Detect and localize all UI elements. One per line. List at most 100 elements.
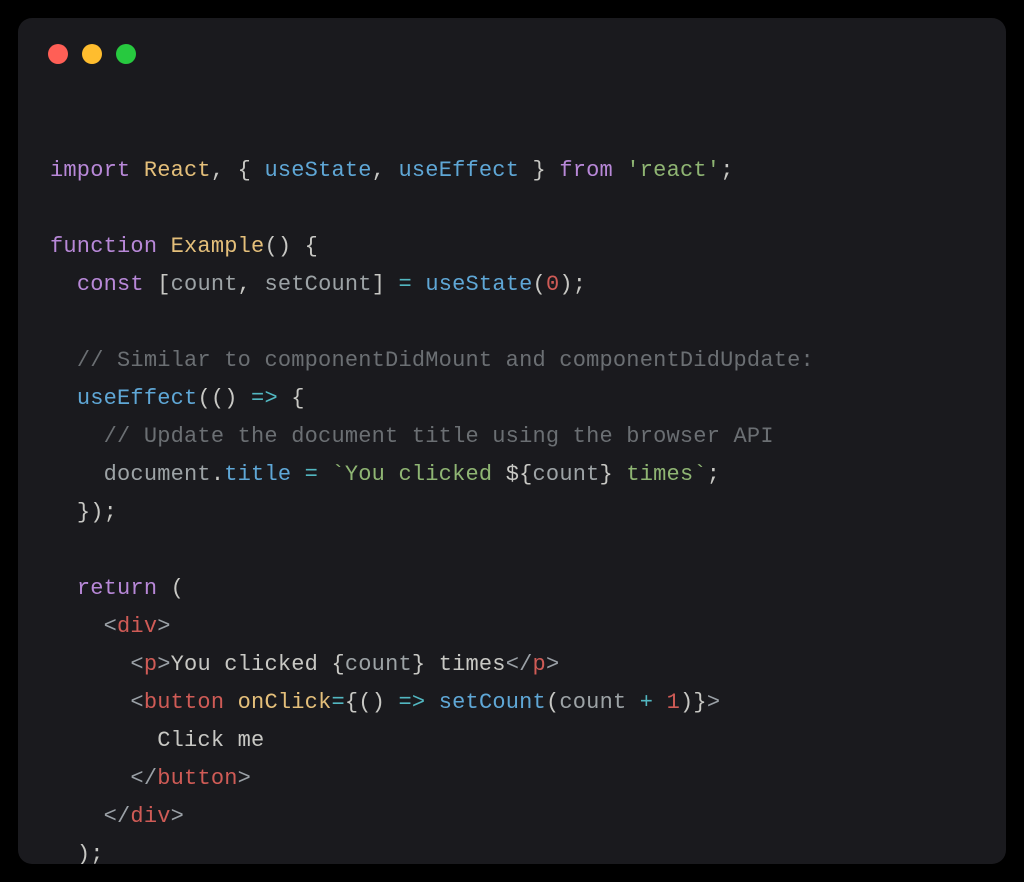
operator: + (626, 690, 666, 715)
angle: > (157, 652, 170, 677)
identifier-setcount: setCount (264, 272, 371, 297)
code-line: </button> (50, 766, 251, 791)
punct: ; (707, 462, 720, 487)
punct: { (224, 158, 264, 183)
indent (50, 462, 104, 487)
angle: < (130, 690, 143, 715)
punct: { (345, 690, 358, 715)
function-name: Example (171, 234, 265, 259)
code-line: return ( (50, 576, 184, 601)
punct: () { (264, 234, 318, 259)
arrow: => (399, 690, 426, 715)
identifier-count: count (171, 272, 238, 297)
code-line: <p>You clicked {count} times</p> (50, 652, 559, 677)
keyword-from: from (559, 158, 613, 183)
operator: = (399, 272, 426, 297)
jsx-tag-button: button (157, 766, 237, 791)
property-title: title (224, 462, 291, 487)
identifier-document: document (104, 462, 211, 487)
space (425, 690, 438, 715)
punct: ( (157, 576, 184, 601)
punct: { (278, 386, 305, 411)
indent (50, 348, 77, 373)
space (157, 234, 170, 259)
punct: ); (559, 272, 586, 297)
identifier-react: React (144, 158, 211, 183)
comment: // Similar to componentDidMount and comp… (77, 348, 814, 373)
jsx-tag-div: div (130, 804, 170, 829)
code-line: <div> (50, 614, 171, 639)
indent (50, 804, 104, 829)
code-line: </div> (50, 804, 184, 829)
jsx-tag-div: div (117, 614, 157, 639)
angle: < (130, 652, 143, 677)
indent (50, 766, 130, 791)
jsx-text: Click me (157, 728, 264, 753)
code-line: import React, { useState, useEffect } fr… (50, 158, 734, 183)
punct: } (519, 158, 559, 183)
punct: [ (157, 272, 170, 297)
angle: > (157, 614, 170, 639)
code-line: const [count, setCount] = useState(0); (50, 272, 586, 297)
jsx-tag-p: p (144, 652, 157, 677)
call-setcount: setCount (439, 690, 546, 715)
punct: { (331, 652, 344, 677)
angle: > (546, 652, 559, 677)
close-icon[interactable] (48, 44, 68, 64)
angle: > (238, 766, 251, 791)
arrow: => (251, 386, 278, 411)
punct: ( (533, 272, 546, 297)
code-line: useEffect(() => { (50, 386, 305, 411)
identifier-useeffect: useEffect (385, 158, 519, 183)
indent (50, 728, 157, 753)
jsx-tag-button: button (144, 690, 224, 715)
keyword-function: function (50, 234, 157, 259)
template-expr-close: } (600, 462, 613, 487)
keyword-const: const (77, 272, 144, 297)
punct: (() (197, 386, 251, 411)
identifier-count: count (533, 462, 600, 487)
minimize-icon[interactable] (82, 44, 102, 64)
space (144, 272, 157, 297)
template-string: `You clicked (331, 462, 505, 487)
jsx-attr-onclick: onClick (238, 690, 332, 715)
number-one: 1 (667, 690, 680, 715)
indent (50, 500, 77, 525)
operator: = (331, 690, 344, 715)
jsx-tag-p: p (533, 652, 546, 677)
angle: > (707, 690, 720, 715)
punct: ( (546, 690, 559, 715)
call-usestate: useState (425, 272, 532, 297)
punct: , (372, 158, 385, 183)
template-expr-open: ${ (506, 462, 533, 487)
punct: () (358, 690, 398, 715)
indent (50, 690, 130, 715)
punct: ); (77, 842, 104, 864)
identifier-count: count (345, 652, 412, 677)
zoom-icon[interactable] (116, 44, 136, 64)
punct: }); (77, 500, 117, 525)
code-line: document.title = `You clicked ${count} t… (50, 462, 720, 487)
code-line: Click me (50, 728, 264, 753)
jsx-text: times (425, 652, 505, 677)
punct: . (211, 462, 224, 487)
number-zero: 0 (546, 272, 559, 297)
keyword-return: return (77, 576, 157, 601)
angle: > (171, 804, 184, 829)
code-line: <button onClick={() => setCount(count + … (50, 690, 720, 715)
string-react: 'react' (626, 158, 720, 183)
indent (50, 386, 77, 411)
indent (50, 842, 77, 864)
code-line: // Similar to componentDidMount and comp… (50, 348, 814, 373)
angle: < (104, 614, 117, 639)
call-useeffect: useEffect (77, 386, 198, 411)
jsx-text: You clicked (171, 652, 332, 677)
angle: </ (104, 804, 131, 829)
code-line: }); (50, 500, 117, 525)
angle: </ (130, 766, 157, 791)
punct: } (693, 690, 706, 715)
angle: </ (506, 652, 533, 677)
indent (50, 614, 104, 639)
punct: ; (720, 158, 733, 183)
code-block: import React, { useState, useEffect } fr… (50, 114, 974, 864)
